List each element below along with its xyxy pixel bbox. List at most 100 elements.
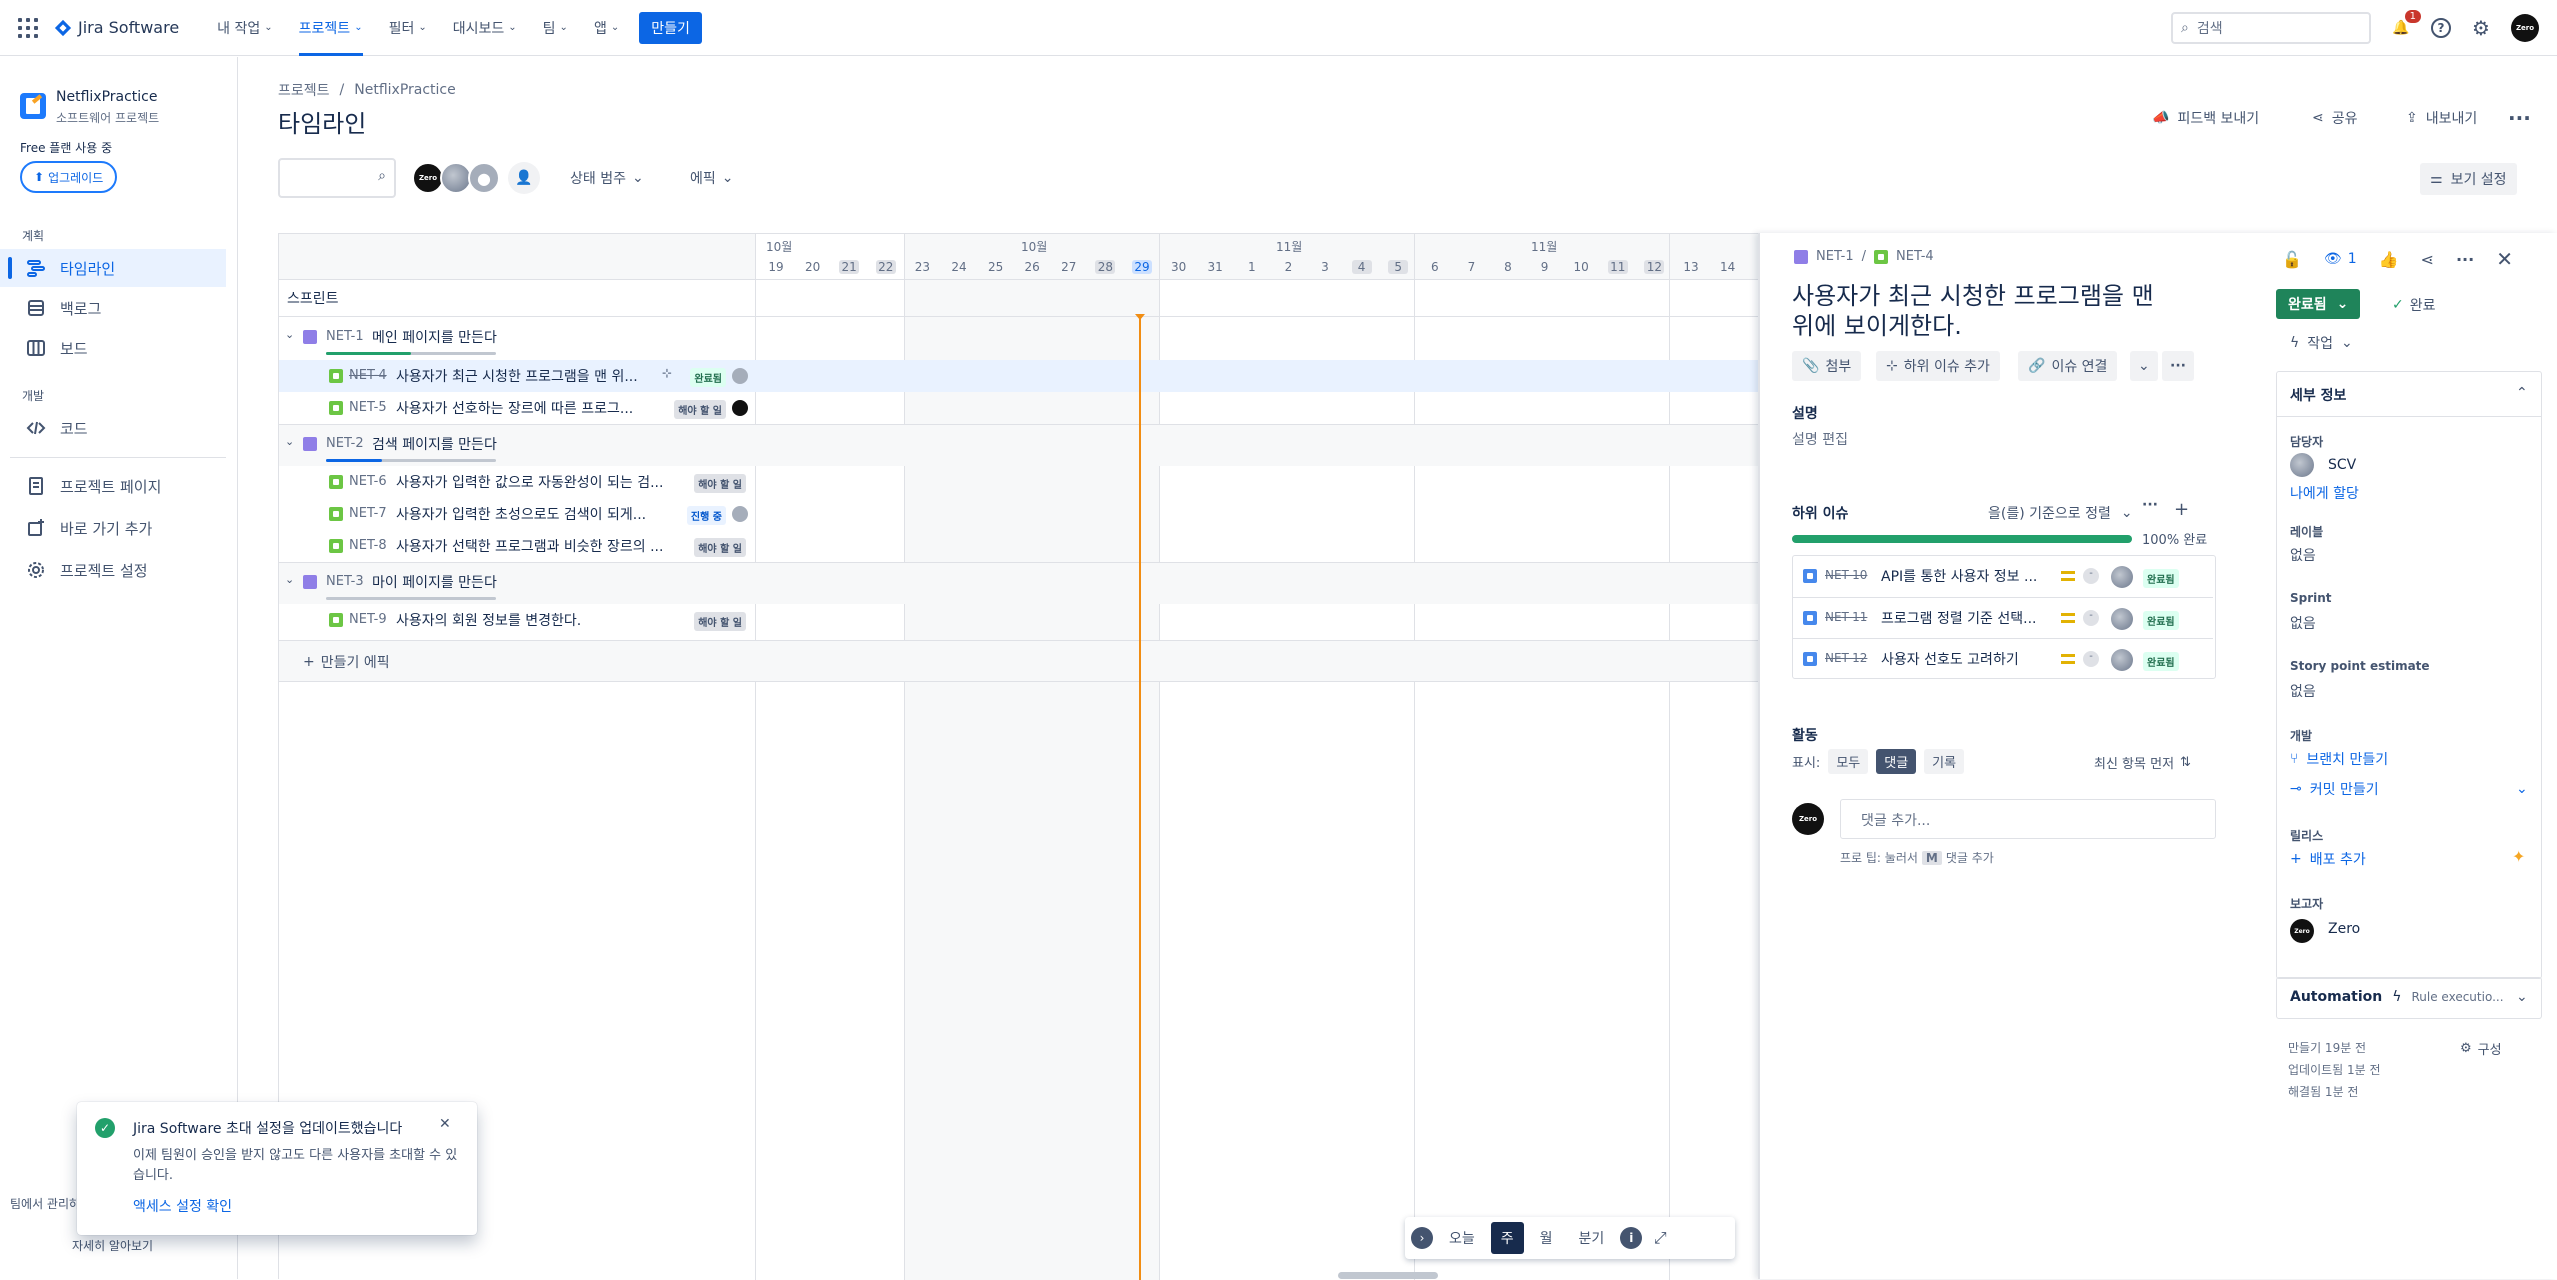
more-actions-button[interactable]: ··· xyxy=(2162,351,2194,381)
parent-key-link[interactable]: NET-1 xyxy=(1816,249,1854,264)
child-issue-summary[interactable]: 사용자 선호도 고려하기 xyxy=(1881,649,2041,669)
share-icon[interactable]: ⋖ xyxy=(2421,250,2434,269)
epic-dropdown[interactable]: 에픽 ⌄ xyxy=(690,168,734,188)
issue-summary[interactable]: 사용자가 최근 시청한 프로그램을 맨 위... xyxy=(396,366,638,386)
tab-comments[interactable]: 댓글 xyxy=(1876,749,1917,774)
close-icon[interactable]: ✕ xyxy=(439,1116,451,1132)
sort-dropdown[interactable]: 을(를) 기준으로 정렬 ⌄ xyxy=(1988,503,2133,523)
search-input[interactable]: ⌕ 검색 xyxy=(2171,12,2371,44)
link-issue-button[interactable]: 🔗 이슈 연결 xyxy=(2018,351,2118,381)
expand-chevron-icon[interactable]: ⌄ xyxy=(285,328,294,341)
labels-value[interactable]: 없음 xyxy=(2290,545,2316,565)
create-epic-button[interactable]: + 만들기 에픽 xyxy=(303,652,390,672)
share-button[interactable]: ⋖ 공유 xyxy=(2312,108,2358,128)
nav-filters[interactable]: 필터 ⌄ xyxy=(389,0,427,56)
comment-input[interactable]: 댓글 추가... xyxy=(1840,799,2216,839)
expand-chevron-icon[interactable]: ⌄ xyxy=(285,573,294,586)
issue-summary[interactable]: 사용자가 입력한 값으로 자동완성이 되는 검... xyxy=(396,472,663,492)
issue-key[interactable]: NET-4 xyxy=(349,368,387,383)
add-child-plus-icon[interactable]: + xyxy=(2174,499,2189,520)
nav-dashboards[interactable]: 대시보드 ⌄ xyxy=(453,0,517,56)
issue-key[interactable]: NET-8 xyxy=(349,538,387,553)
child-issue-key[interactable]: NET-12 xyxy=(1825,651,1867,665)
issue-key[interactable]: NET-9 xyxy=(349,612,387,627)
issue-key[interactable]: NET-5 xyxy=(349,400,387,415)
breadcrumb-projects[interactable]: 프로젝트 xyxy=(278,80,330,100)
sparkle-icon[interactable]: ✦ xyxy=(2512,847,2525,866)
feedback-button[interactable]: 📣 피드백 보내기 xyxy=(2152,108,2259,128)
epic-row[interactable]: ⌄ NET-3 마이 페이지를 만든다 xyxy=(279,562,1759,604)
child-status-lozenge[interactable]: 완료됨 xyxy=(2143,611,2179,630)
more-actions-icon[interactable]: ··· xyxy=(2508,106,2531,130)
issue-summary[interactable]: 사용자의 회원 정보를 변경한다. xyxy=(396,610,581,630)
issue-summary[interactable]: 사용자가 선택한 프로그램과 비슷한 장르의 ... xyxy=(396,536,663,556)
zoom-quarter-button[interactable]: 분기 xyxy=(1569,1222,1615,1254)
upgrade-button[interactable]: ⬆ 업그레이드 xyxy=(20,161,118,193)
issue-row[interactable]: NET-5 사용자가 선호하는 장르에 따른 프로그... 해야 할 일 xyxy=(279,392,1759,424)
help-icon[interactable]: ? xyxy=(2431,18,2451,38)
story-point-value[interactable]: 없음 xyxy=(2290,681,2316,701)
app-switcher-icon[interactable] xyxy=(18,17,38,38)
tab-all[interactable]: 모두 xyxy=(1828,749,1869,774)
link-dropdown-button[interactable]: ⌄ xyxy=(2130,351,2158,381)
watch-button[interactable]: 👁 1 xyxy=(2324,251,2357,267)
child-issue-key[interactable]: NET-10 xyxy=(1825,568,1867,582)
issue-row[interactable]: NET-6 사용자가 입력한 값으로 자동완성이 되는 검... 해야 할 일 xyxy=(279,466,1759,498)
close-icon[interactable]: ✕ xyxy=(2496,247,2513,271)
chevron-up-icon[interactable]: ⌃ xyxy=(2516,385,2528,401)
chevron-down-icon[interactable]: ⌄ xyxy=(2516,989,2528,1005)
issue-summary[interactable]: 검색 페이지를 만든다 xyxy=(372,434,497,454)
sort-newest-button[interactable]: 최신 항목 먼저 ⇅ xyxy=(2094,753,2191,772)
issue-summary[interactable]: 사용자가 선호하는 장르에 따른 프로그... xyxy=(396,398,633,418)
chevron-down-icon[interactable]: ⌄ xyxy=(2516,781,2528,797)
issue-key[interactable]: NET-6 xyxy=(349,474,387,489)
info-icon[interactable]: i xyxy=(1620,1227,1643,1249)
horizontal-scrollbar[interactable] xyxy=(1338,1272,1438,1279)
project-name[interactable]: NetflixPractice xyxy=(56,89,158,105)
zoom-week-button[interactable]: 주 xyxy=(1490,1222,1524,1254)
issue-key[interactable]: NET-7 xyxy=(349,506,387,521)
jira-logo[interactable]: Jira Software xyxy=(54,18,179,37)
nav-projects[interactable]: 프로젝트 ⌄ xyxy=(298,0,363,56)
issue-key-link[interactable]: NET-4 xyxy=(1896,249,1934,264)
create-button[interactable]: 만들기 xyxy=(639,11,702,44)
issue-summary[interactable]: 메인 페이지를 만든다 xyxy=(372,327,497,347)
child-issue-row[interactable]: NET-12 사용자 선호도 고려하기 - 완료됨 xyxy=(1793,638,2213,679)
lock-icon[interactable]: 🔓 xyxy=(2282,250,2302,269)
reporter-value[interactable]: Zero xyxy=(2328,921,2360,937)
sidebar-item-project-settings[interactable]: 프로젝트 설정 xyxy=(0,551,226,589)
export-button[interactable]: ⇪ 내보내기 xyxy=(2406,108,2477,128)
settings-gear-icon[interactable]: ⚙ xyxy=(2469,16,2493,40)
expand-chevron-icon[interactable]: ⌄ xyxy=(285,435,294,448)
zoom-month-button[interactable]: 월 xyxy=(1530,1222,1563,1254)
notifications-icon[interactable]: 🔔 1 xyxy=(2389,10,2421,40)
nav-apps[interactable]: 앱 ⌄ xyxy=(594,0,619,56)
sidebar-item-code[interactable]: 코드 xyxy=(0,409,226,447)
create-commit-link[interactable]: ⊸ 커밋 만들기 xyxy=(2290,779,2379,799)
chevron-right-icon[interactable]: › xyxy=(1411,1227,1433,1249)
child-issue-row[interactable]: NET-10 API를 통한 사용자 정보 ... - 완료됨 xyxy=(1793,556,2213,597)
avatar-unassigned[interactable]: ● xyxy=(468,162,500,194)
issue-key[interactable]: NET-3 xyxy=(326,574,364,589)
child-issue-summary[interactable]: 프로그램 정렬 기준 선택... xyxy=(1881,608,2041,628)
add-release-link[interactable]: + 배포 추가 xyxy=(2290,849,2366,869)
learn-more-link[interactable]: 자세히 알아보기 xyxy=(72,1237,153,1254)
zoom-today-button[interactable]: 오늘 xyxy=(1439,1222,1485,1254)
access-settings-link[interactable]: 액세스 설정 확인 xyxy=(133,1196,232,1216)
sidebar-item-add-shortcut[interactable]: 바로 가기 추가 xyxy=(0,509,226,547)
child-issue-summary[interactable]: API를 통한 사용자 정보 ... xyxy=(1881,566,2041,586)
add-people-icon[interactable]: 👤 xyxy=(508,162,540,194)
fullscreen-icon[interactable]: ⤢ xyxy=(1648,1226,1672,1250)
description-edit[interactable]: 설명 편집 xyxy=(1792,429,1848,449)
issue-title[interactable]: 사용자가 최근 시청한 프로그램을 맨 위에 보이게한다. xyxy=(1792,281,2172,341)
add-child-issue-button[interactable]: ⊹ 하위 이슈 추가 xyxy=(1876,351,2000,381)
child-issue-row[interactable]: NET-11 프로그램 정렬 기준 선택... - 완료됨 xyxy=(1793,597,2213,638)
timeline-search-input[interactable]: ⌕ xyxy=(278,158,396,198)
child-issue-key[interactable]: NET-11 xyxy=(1825,610,1867,624)
sprint-value[interactable]: 없음 xyxy=(2290,613,2316,633)
sidebar-item-project-pages[interactable]: 프로젝트 페이지 xyxy=(0,467,226,505)
issue-row[interactable]: NET-4 사용자가 최근 시청한 프로그램을 맨 위... 완료됨 ⊹ xyxy=(279,360,1759,392)
status-dropdown-button[interactable]: 완료됨 ⌄ xyxy=(2276,289,2361,319)
view-settings-button[interactable]: ⚌ 보기 설정 xyxy=(2420,163,2517,195)
nav-my-work[interactable]: 내 작업 ⌄ xyxy=(217,0,272,56)
